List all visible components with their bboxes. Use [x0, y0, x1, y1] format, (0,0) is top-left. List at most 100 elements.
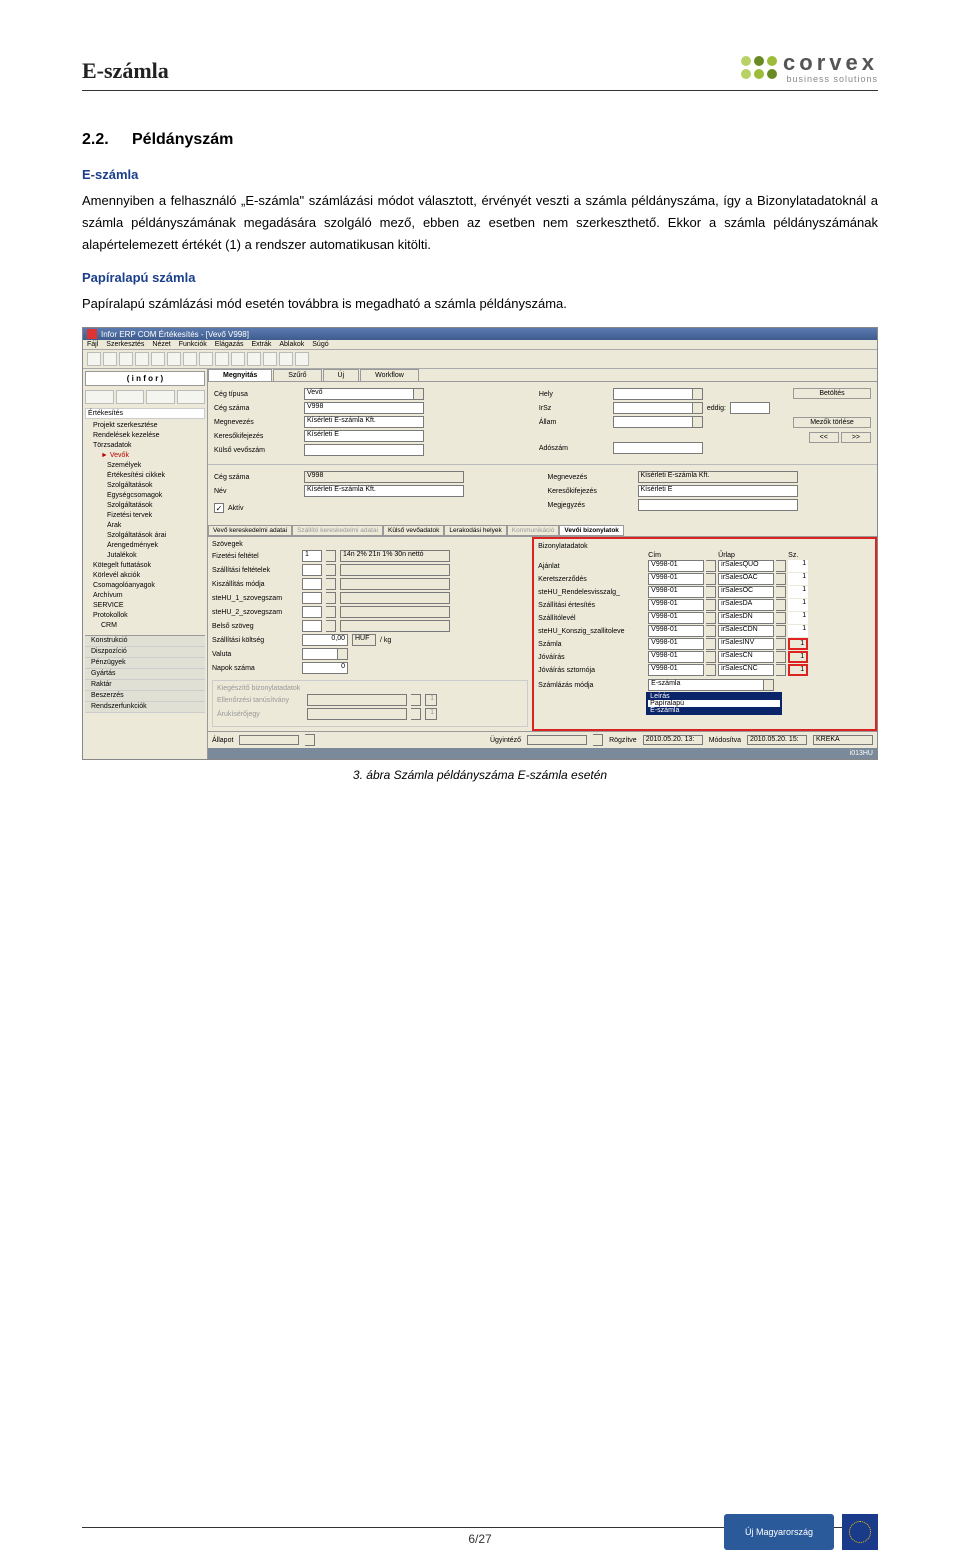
dropdown-icon[interactable] [706, 638, 716, 650]
dropdown-icon[interactable] [326, 550, 336, 562]
tree-item[interactable]: Árengedmények [87, 541, 203, 551]
input-adoszam[interactable] [613, 442, 703, 454]
dropdown-icon[interactable] [338, 648, 348, 660]
input-szallitasi-koltseg[interactable]: 0,00 [302, 634, 348, 646]
dropdown-icon[interactable] [305, 734, 315, 746]
tab[interactable]: Szűrő [273, 369, 321, 381]
menu-item[interactable]: Funkciók [179, 341, 207, 348]
tab[interactable]: Workflow [360, 369, 419, 381]
toolbar-button[interactable] [119, 352, 133, 366]
menu-item[interactable]: Ablakok [279, 341, 304, 348]
tab[interactable]: Új [323, 369, 360, 381]
tree-item[interactable]: SERVICE [87, 601, 203, 611]
tree-item[interactable]: Szolgáltatások árai [87, 531, 203, 541]
input-keresokifejezes-2[interactable]: Kísérleti E [638, 485, 798, 497]
cell-cim[interactable]: V998-01 [648, 625, 704, 637]
prev-button[interactable]: << [809, 432, 839, 443]
input-megnevezes[interactable]: Kísérleti E-számla Kft. [304, 416, 424, 428]
sub-tab[interactable]: Lerakodási helyek [444, 525, 506, 536]
cell-cim[interactable]: V998-01 [648, 599, 704, 611]
tree-item[interactable]: Csomagolóanyagok [87, 581, 203, 591]
cell-urlap[interactable]: irSalesCDN [718, 625, 774, 637]
dropdown-icon[interactable] [326, 606, 336, 618]
menu-item[interactable]: Súgó [312, 341, 328, 348]
sub-tab[interactable]: Kommunikáció [507, 525, 560, 536]
menu-item[interactable]: Elágazás [215, 341, 244, 348]
cell-cim[interactable]: V998-01 [648, 586, 704, 598]
dropdown-icon[interactable] [326, 592, 336, 604]
dropdown-icon[interactable] [414, 388, 424, 400]
input-belsoszoveg[interactable] [302, 620, 322, 632]
input-eddig[interactable] [730, 402, 770, 414]
input-stehu2[interactable] [302, 606, 322, 618]
input-megjegyzes[interactable] [638, 499, 798, 511]
cell-sz[interactable]: 1 [788, 612, 808, 624]
input-fizfeltetel-code[interactable]: 1 [302, 550, 322, 562]
nav-section[interactable]: Konstrukció [85, 636, 205, 647]
toolbar-button[interactable] [199, 352, 213, 366]
tree-item[interactable]: Rendelések kezelése [87, 431, 203, 441]
dropdown-icon[interactable] [706, 625, 716, 637]
tab[interactable]: Megnyitás [208, 369, 272, 381]
cell-urlap[interactable]: irSalesOC [718, 586, 774, 598]
input-szamlazas-modja[interactable]: E-számla [648, 679, 764, 691]
dropdown-icon[interactable] [706, 560, 716, 572]
input-valuta[interactable] [302, 648, 338, 660]
cell-sz[interactable]: 1 [788, 599, 808, 611]
toolbar-button[interactable] [151, 352, 165, 366]
toolbar-button[interactable] [103, 352, 117, 366]
tree-item[interactable]: Archívum [87, 591, 203, 601]
tree-item[interactable]: Szolgáltatások [87, 481, 203, 491]
input-kulso-vevoszam[interactable] [304, 444, 424, 456]
cell-cim[interactable]: V998-01 [648, 560, 704, 572]
tree-item[interactable]: Árak [87, 521, 203, 531]
cell-cim[interactable]: V998-01 [648, 651, 704, 663]
menu-item[interactable]: Extrák [252, 341, 272, 348]
dropdown-icon[interactable] [706, 651, 716, 663]
dropdown-icon[interactable] [776, 573, 786, 585]
dropdown-icon[interactable] [693, 416, 703, 428]
sidebar-nav-button[interactable] [116, 390, 145, 404]
nav-section[interactable]: Diszpozíció [85, 647, 205, 658]
cell-sz[interactable]: 1 [788, 560, 808, 572]
tree-item[interactable]: Szolgáltatások [87, 501, 203, 511]
next-button[interactable]: >> [841, 432, 871, 443]
tree-item[interactable]: Egységcsomagok [87, 491, 203, 501]
sub-tab[interactable]: Vevői bizonylatok [559, 525, 624, 536]
nav-section[interactable]: Raktár [85, 680, 205, 691]
menu-item[interactable]: Szerkesztés [106, 341, 144, 348]
dropdown-icon[interactable] [706, 586, 716, 598]
input-keresokifejezes[interactable]: Kísérleti E [304, 430, 424, 442]
toolbar-button[interactable] [263, 352, 277, 366]
toolbar-button[interactable] [215, 352, 229, 366]
dropdown-icon[interactable] [693, 402, 703, 414]
betoltes-button[interactable]: Betöltés [793, 388, 871, 399]
dropdown-list-szamlazas-modja[interactable]: Leírás Papíralapú E-számla [646, 692, 782, 715]
dropdown-option[interactable]: Papíralapú [648, 700, 780, 707]
dropdown-icon[interactable] [706, 573, 716, 585]
cell-urlap[interactable]: irSalesCN [718, 651, 774, 663]
cell-urlap[interactable]: irSalesCNC [718, 664, 774, 676]
tree-item[interactable]: Körlevél akciók [87, 571, 203, 581]
toolbar-button[interactable] [247, 352, 261, 366]
dropdown-icon[interactable] [776, 560, 786, 572]
cell-urlap[interactable]: irSalesINV [718, 638, 774, 650]
toolbar-button[interactable] [167, 352, 181, 366]
menu-item[interactable]: Fájl [87, 341, 98, 348]
cell-urlap[interactable]: irSalesOAC [718, 573, 774, 585]
input-hely[interactable] [613, 388, 693, 400]
toolbar-button[interactable] [231, 352, 245, 366]
toolbar-button[interactable] [279, 352, 293, 366]
dropdown-icon[interactable] [764, 679, 774, 691]
nav-section[interactable]: Beszerzés [85, 691, 205, 702]
dropdown-icon[interactable] [706, 612, 716, 624]
dropdown-icon[interactable] [593, 734, 603, 746]
tree-item[interactable]: Személyek [87, 461, 203, 471]
cell-cim[interactable]: V998-01 [648, 573, 704, 585]
nav-section[interactable]: Rendszerfunkciók [85, 702, 205, 713]
input-napok-szama[interactable]: 0 [302, 662, 348, 674]
dropdown-icon[interactable] [706, 599, 716, 611]
cell-sz[interactable]: 1 [788, 573, 808, 585]
cell-urlap[interactable]: irSalesDA [718, 599, 774, 611]
nav-section[interactable]: Gyártás [85, 669, 205, 680]
